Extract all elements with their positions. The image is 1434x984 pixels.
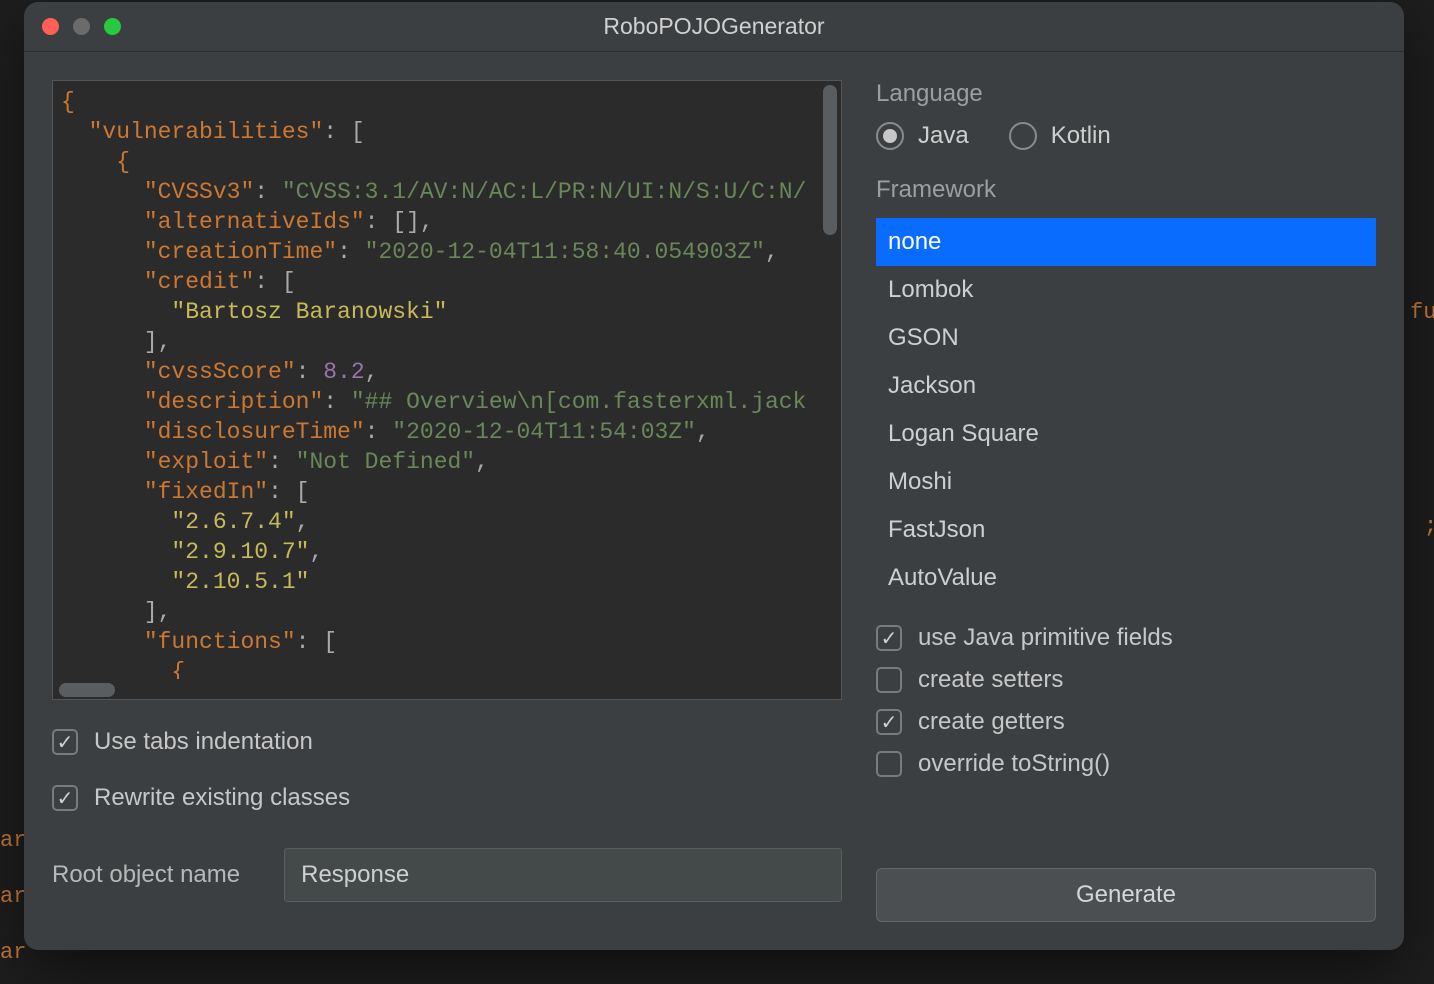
radio-label: Java [918,122,969,150]
traffic-lights [42,18,121,35]
checkbox-create-getters[interactable] [876,709,902,735]
framework-item-gson[interactable]: GSON [876,314,1376,362]
option-label: Rewrite existing classes [94,784,350,812]
option-rewrite-classes[interactable]: Rewrite existing classes [52,784,842,812]
option-override-tostring[interactable]: override toString() [876,750,1376,778]
option-create-setters[interactable]: create setters [876,666,1376,694]
minimize-icon[interactable] [73,18,90,35]
option-label: override toString() [918,750,1110,778]
radio-dot-icon [1009,122,1037,150]
framework-item-jackson[interactable]: Jackson [876,362,1376,410]
framework-item-lombok[interactable]: Lombok [876,266,1376,314]
framework-item-moshi[interactable]: Moshi [876,458,1376,506]
bg-code-fragment: fu [1410,300,1434,325]
checkbox-override-tostring[interactable] [876,751,902,777]
framework-list[interactable]: noneLombokGSONJacksonLogan SquareMoshiFa… [876,218,1376,602]
checkbox-tabs-indent[interactable] [52,729,78,755]
titlebar: RoboPOJOGenerator [24,2,1404,52]
framework-item-fastjson[interactable]: FastJson [876,506,1376,554]
left-panel: { "vulnerabilities": [ { "CVSSv3": "CVSS… [52,80,842,922]
right-panel: Language Java Kotlin Framework noneLombok… [876,80,1376,922]
option-label: create setters [918,666,1063,694]
root-object-input[interactable] [284,848,842,902]
json-editor[interactable]: { "vulnerabilities": [ { "CVSSv3": "CVSS… [52,80,842,700]
root-object-label: Root object name [52,861,240,889]
window-title: RoboPOJOGenerator [24,13,1404,40]
checkbox-primitive-fields[interactable] [876,625,902,651]
maximize-icon[interactable] [104,18,121,35]
option-label: Use tabs indentation [94,728,313,756]
bg-code-fragment: ar [0,940,26,965]
framework-item-autovalue[interactable]: AutoValue [876,554,1376,602]
json-editor-content[interactable]: { "vulnerabilities": [ { "CVSSv3": "CVSS… [53,81,841,679]
editor-hscroll-thumb[interactable] [59,683,115,697]
radio-kotlin[interactable]: Kotlin [1009,122,1111,150]
framework-item-logan-square[interactable]: Logan Square [876,410,1376,458]
framework-label: Framework [876,176,1376,204]
language-label: Language [876,80,1376,108]
checkbox-rewrite-classes[interactable] [52,785,78,811]
option-label: use Java primitive fields [918,624,1173,652]
checkbox-create-setters[interactable] [876,667,902,693]
option-label: create getters [918,708,1065,736]
radio-label: Kotlin [1051,122,1111,150]
generate-button[interactable]: Generate [876,868,1376,922]
radio-dot-icon [876,122,904,150]
dialog-window: RoboPOJOGenerator { "vulnerabilities": [… [24,2,1404,950]
option-create-getters[interactable]: create getters [876,708,1376,736]
bg-code-fragment: ; [1424,514,1434,539]
bg-code-fragment: ar [0,884,26,909]
language-radio-group: Java Kotlin [876,122,1376,150]
framework-item-none[interactable]: none [876,218,1376,266]
close-icon[interactable] [42,18,59,35]
editor-vscroll-thumb[interactable] [823,85,837,235]
radio-java[interactable]: Java [876,122,969,150]
option-primitive-fields[interactable]: use Java primitive fields [876,624,1376,652]
option-tabs-indent[interactable]: Use tabs indentation [52,728,842,756]
root-object-row: Root object name [52,848,842,902]
bg-code-fragment: ar [0,828,26,853]
